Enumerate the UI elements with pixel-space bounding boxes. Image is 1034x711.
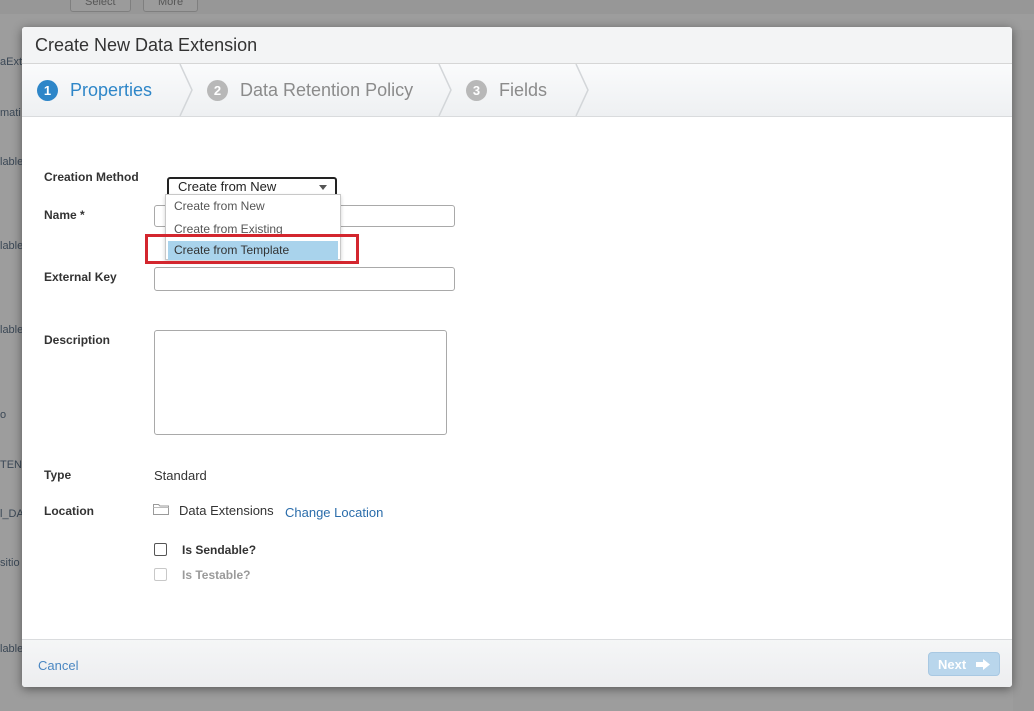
dialog-footer: Cancel Next xyxy=(22,639,1012,687)
description-label: Description xyxy=(44,333,111,347)
location-label: Location xyxy=(44,504,94,518)
arrow-right-icon xyxy=(976,659,990,670)
step-number: 3 xyxy=(466,79,487,101)
description-textarea[interactable] xyxy=(154,330,447,435)
option-create-from-new[interactable]: Create from New xyxy=(168,196,338,217)
change-location-link[interactable]: Change Location xyxy=(285,505,383,520)
next-button-label: Next xyxy=(938,656,967,672)
type-label: Type xyxy=(44,468,72,482)
annotation-highlight-box xyxy=(145,234,359,264)
name-label: Name * xyxy=(44,208,85,222)
cancel-button[interactable]: Cancel xyxy=(38,658,78,673)
step-fields[interactable]: 3 Fields xyxy=(466,64,547,116)
step-label: Properties xyxy=(70,79,153,100)
location-value: Data Extensions xyxy=(179,503,274,518)
wizard-steps: 1 Properties 2 Data Retention Policy 3 F… xyxy=(22,64,1012,117)
is-sendable-checkbox[interactable] xyxy=(154,543,167,556)
creation-method-label: Creation Method xyxy=(44,170,139,184)
creation-method-selected-value: Create from New xyxy=(178,179,277,194)
type-value: Standard xyxy=(154,468,207,483)
external-key-input[interactable] xyxy=(154,267,455,291)
dialog-title: Create New Data Extension xyxy=(35,34,258,55)
step-properties[interactable]: 1 Properties xyxy=(37,64,152,116)
chevron-down-icon xyxy=(319,185,327,190)
step-separator-chevron-icon xyxy=(575,64,589,116)
is-testable-label: Is Testable? xyxy=(182,568,251,582)
step-label: Data Retention Policy xyxy=(240,79,414,100)
external-key-label: External Key xyxy=(44,270,117,284)
step-label: Fields xyxy=(499,79,548,100)
step-separator-chevron-icon xyxy=(438,64,452,116)
folder-icon xyxy=(153,504,169,515)
step-number: 2 xyxy=(207,79,228,101)
step-data-retention-policy[interactable]: 2 Data Retention Policy xyxy=(207,64,413,116)
dialog-header: Create New Data Extension xyxy=(22,27,1012,64)
is-sendable-label: Is Sendable? xyxy=(182,543,257,557)
step-number: 1 xyxy=(37,79,58,101)
is-testable-checkbox xyxy=(154,568,167,581)
next-button[interactable]: Next xyxy=(928,652,1000,676)
step-separator-chevron-icon xyxy=(179,64,193,116)
create-data-extension-dialog: Create New Data Extension 1 Properties 2… xyxy=(22,27,1012,687)
